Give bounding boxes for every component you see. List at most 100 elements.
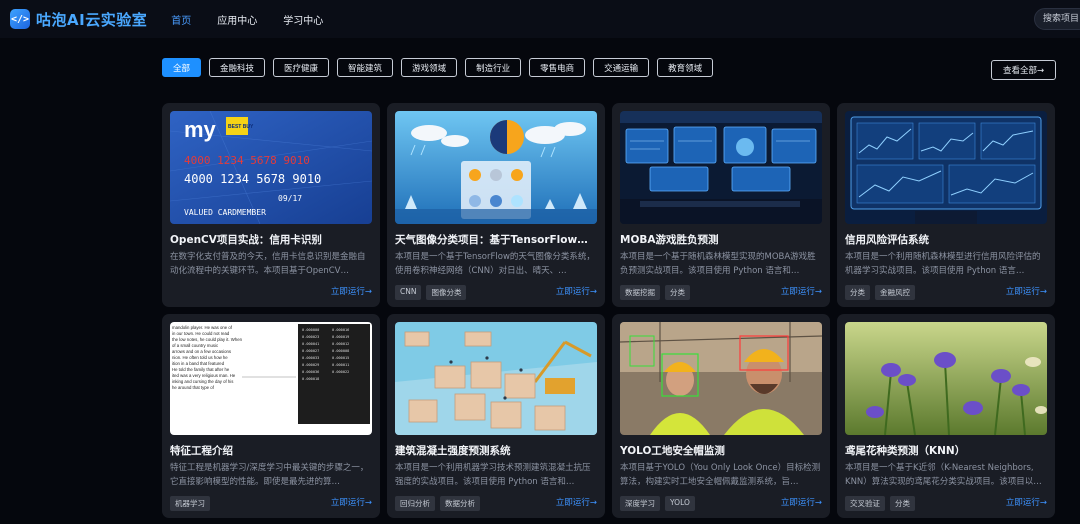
tag[interactable]: 回归分析: [395, 496, 435, 511]
filter-education[interactable]: 教育领域: [657, 58, 714, 77]
nav-learning-center[interactable]: 学习中心: [283, 12, 323, 27]
project-card-concrete[interactable]: 建筑混凝土强度预测系统 本项目是一个利用机器学习技术预测建筑混凝土抗压强度的实战…: [387, 314, 605, 518]
view-all-button[interactable]: 查看全部→: [991, 60, 1056, 80]
svg-text:0.000018: 0.000018: [302, 377, 319, 381]
card-description: 本项目是一个利用机器学习技术预测建筑混凝土抗压强度的实战项目。该项目使用 Pyt…: [395, 463, 591, 487]
construction-image: [395, 322, 597, 435]
filter-retail[interactable]: 零售电商: [529, 58, 586, 77]
tag[interactable]: YOLO: [665, 496, 695, 511]
nav-home[interactable]: 首页: [171, 12, 191, 27]
monitors-image: [620, 111, 822, 224]
card-title[interactable]: 特征工程介绍: [170, 443, 372, 458]
tag[interactable]: 交叉验证: [845, 496, 885, 511]
card-description: 本项目基于YOLO（You Only Look Once）目标检测算法，构建实时…: [620, 463, 821, 487]
filter-smart-building[interactable]: 智能建筑: [337, 58, 394, 77]
svg-text:He told the family that after: He told the family that after he: [172, 367, 230, 372]
svg-text:0.000033: 0.000033: [302, 356, 319, 360]
document-image: mandolin player. He was one of in our to…: [170, 322, 372, 435]
project-card-moba[interactable]: MOBA游戏胜负预测 本项目是一个基于随机森林模型实现的MOBA游戏胜负预测实战…: [612, 103, 830, 307]
card-title[interactable]: 信用风险评估系统: [845, 232, 1047, 247]
filter-all[interactable]: 全部: [162, 58, 202, 77]
run-now-link[interactable]: 立即运行→: [1006, 285, 1047, 297]
card-title[interactable]: YOLO工地安全帽监测: [620, 443, 822, 458]
card-title[interactable]: 天气图像分类项目：基于TensorFlow的C…: [395, 232, 597, 247]
tag[interactable]: 金融风控: [875, 285, 915, 300]
svg-text:in our town. He could not read: in our town. He could not read: [172, 331, 230, 336]
run-now-link[interactable]: 立即运行→: [556, 285, 597, 297]
card-title[interactable]: MOBA游戏胜负预测: [620, 232, 822, 247]
iris-flower-image: [845, 322, 1047, 435]
svg-text:0.000008: 0.000008: [332, 349, 349, 353]
svg-text:0.000011: 0.000011: [332, 363, 349, 367]
filter-transport[interactable]: 交通运输: [593, 58, 650, 77]
brand-logo[interactable]: </> 咕泡AI云实验室: [10, 9, 147, 30]
svg-text:of a small country music: of a small country music: [172, 343, 219, 348]
card-description: 本项目是一个利用随机森林模型进行信用风险评估的机器学习实战项目。该项目使用 Py…: [845, 252, 1041, 276]
card-description: 本项目是一个基于K近邻（K-Nearest Neighbors, KNN）算法实…: [845, 463, 1042, 487]
svg-text:inking and cursing the day of: inking and cursing the day of his: [172, 379, 233, 384]
run-now-link[interactable]: 立即运行→: [331, 285, 372, 297]
svg-text:0.000015: 0.000015: [332, 356, 349, 360]
run-now-link[interactable]: 立即运行→: [1006, 496, 1047, 508]
svg-text:ition in a band that featured: ition in a band that featured: [172, 361, 225, 366]
filter-healthcare[interactable]: 医疗健康: [273, 58, 330, 77]
run-now-link[interactable]: 立即运行→: [331, 496, 372, 508]
project-card-feature-engineering[interactable]: mandolin player. He was one of in our to…: [162, 314, 380, 518]
tag[interactable]: 分类: [845, 285, 870, 300]
category-filter-bar: 全部 金融科技 医疗健康 智能建筑 游戏领域 制造行业 零售电商 交通运输 教育…: [162, 58, 721, 77]
tag[interactable]: 分类: [890, 496, 915, 511]
search-input[interactable]: [1034, 8, 1080, 30]
tag-list: 分类 金融风控: [845, 285, 920, 300]
svg-text:the low notes, he could play i: the low notes, he could play it. When: [172, 337, 243, 342]
credit-card-image: my BEST BUY 4000 1234 5678 9010 4000 123…: [170, 111, 372, 224]
project-card-credit-risk[interactable]: 信用风险评估系统 本项目是一个利用随机森林模型进行信用风险评估的机器学习实战项目…: [837, 103, 1055, 307]
filter-gaming[interactable]: 游戏领域: [401, 58, 458, 77]
svg-text:ited was a very religious man.: ited was a very religious man. He: [172, 373, 236, 378]
filter-fintech[interactable]: 金融科技: [209, 58, 266, 77]
svg-text:0.000012: 0.000012: [332, 342, 349, 346]
tag[interactable]: 分类: [665, 285, 690, 300]
card-number: 4000 1234 5678 9010: [184, 172, 321, 186]
svg-text:0.000000: 0.000000: [302, 328, 319, 332]
card-badge-text: BEST BUY: [228, 124, 254, 130]
filter-manufacturing[interactable]: 制造行业: [465, 58, 522, 77]
svg-text:0.000019: 0.000019: [332, 335, 349, 339]
card-title[interactable]: OpenCV项目实战：信用卡识别: [170, 232, 372, 247]
top-navbar: </> 咕泡AI云实验室 首页 应用中心 学习中心: [0, 0, 1080, 38]
svg-text:0.000016: 0.000016: [332, 328, 349, 332]
tag[interactable]: 数据挖掘: [620, 285, 660, 300]
tag-list: 机器学习: [170, 496, 215, 511]
svg-text:0.000027: 0.000027: [302, 349, 319, 353]
tag[interactable]: 数据分析: [440, 496, 480, 511]
card-date: 09/17: [278, 194, 302, 203]
svg-text:0.000029: 0.000029: [302, 363, 319, 367]
project-card-iris-knn[interactable]: 鸢尾花种类预测（KNN） 本项目是一个基于K近邻（K-Nearest Neigh…: [837, 314, 1055, 518]
tag[interactable]: CNN: [395, 285, 422, 300]
code-icon: </>: [10, 9, 30, 29]
card-description: 特征工程是机器学习/深度学习中最关键的步骤之一，它直接影响模型的性能。即使是最先…: [170, 463, 369, 487]
card-description: 在数字化支付普及的今天，信用卡信息识别是金融自动化流程中的关键环节。本项目基于O…: [170, 252, 366, 276]
svg-text:he around that type of: he around that type of: [172, 385, 215, 390]
card-description: 本项目是一个基于随机森林模型实现的MOBA游戏胜负预测实战项目。该项目使用 Py…: [620, 252, 816, 276]
brand-name: 咕泡AI云实验室: [36, 10, 148, 29]
tag-list: 深度学习 YOLO: [620, 496, 700, 511]
tag-list: 交叉验证 分类: [845, 496, 920, 511]
svg-text:nion. He often told us how he: nion. He often told us how he: [172, 355, 228, 360]
svg-text:arrows and on a few occasions: arrows and on a few occasions: [172, 349, 231, 354]
project-card-weather[interactable]: 天气图像分类项目：基于TensorFlow的C… 本项目是一个基于TensorF…: [387, 103, 605, 307]
tag-list: CNN 图像分类: [395, 285, 471, 300]
project-card-yolo-helmet[interactable]: YOLO工地安全帽监测 本项目基于YOLO（You Only Look Once…: [612, 314, 830, 518]
run-now-link[interactable]: 立即运行→: [556, 496, 597, 508]
card-title[interactable]: 建筑混凝土强度预测系统: [395, 443, 597, 458]
nav-app-center[interactable]: 应用中心: [217, 12, 257, 27]
card-title[interactable]: 鸢尾花种类预测（KNN）: [845, 443, 1047, 458]
project-card-credit-card[interactable]: my BEST BUY 4000 1234 5678 9010 4000 123…: [162, 103, 380, 307]
run-now-link[interactable]: 立即运行→: [781, 285, 822, 297]
tag[interactable]: 机器学习: [170, 496, 210, 511]
tag[interactable]: 图像分类: [426, 285, 467, 300]
svg-text:mandolin player. He was one of: mandolin player. He was one of: [172, 325, 233, 330]
tag[interactable]: 深度学习: [620, 496, 660, 511]
card-number-red: 4000 1234 5678 9010: [184, 154, 310, 167]
run-now-link[interactable]: 立即运行→: [781, 496, 822, 508]
card-brand-text: my: [184, 117, 217, 142]
